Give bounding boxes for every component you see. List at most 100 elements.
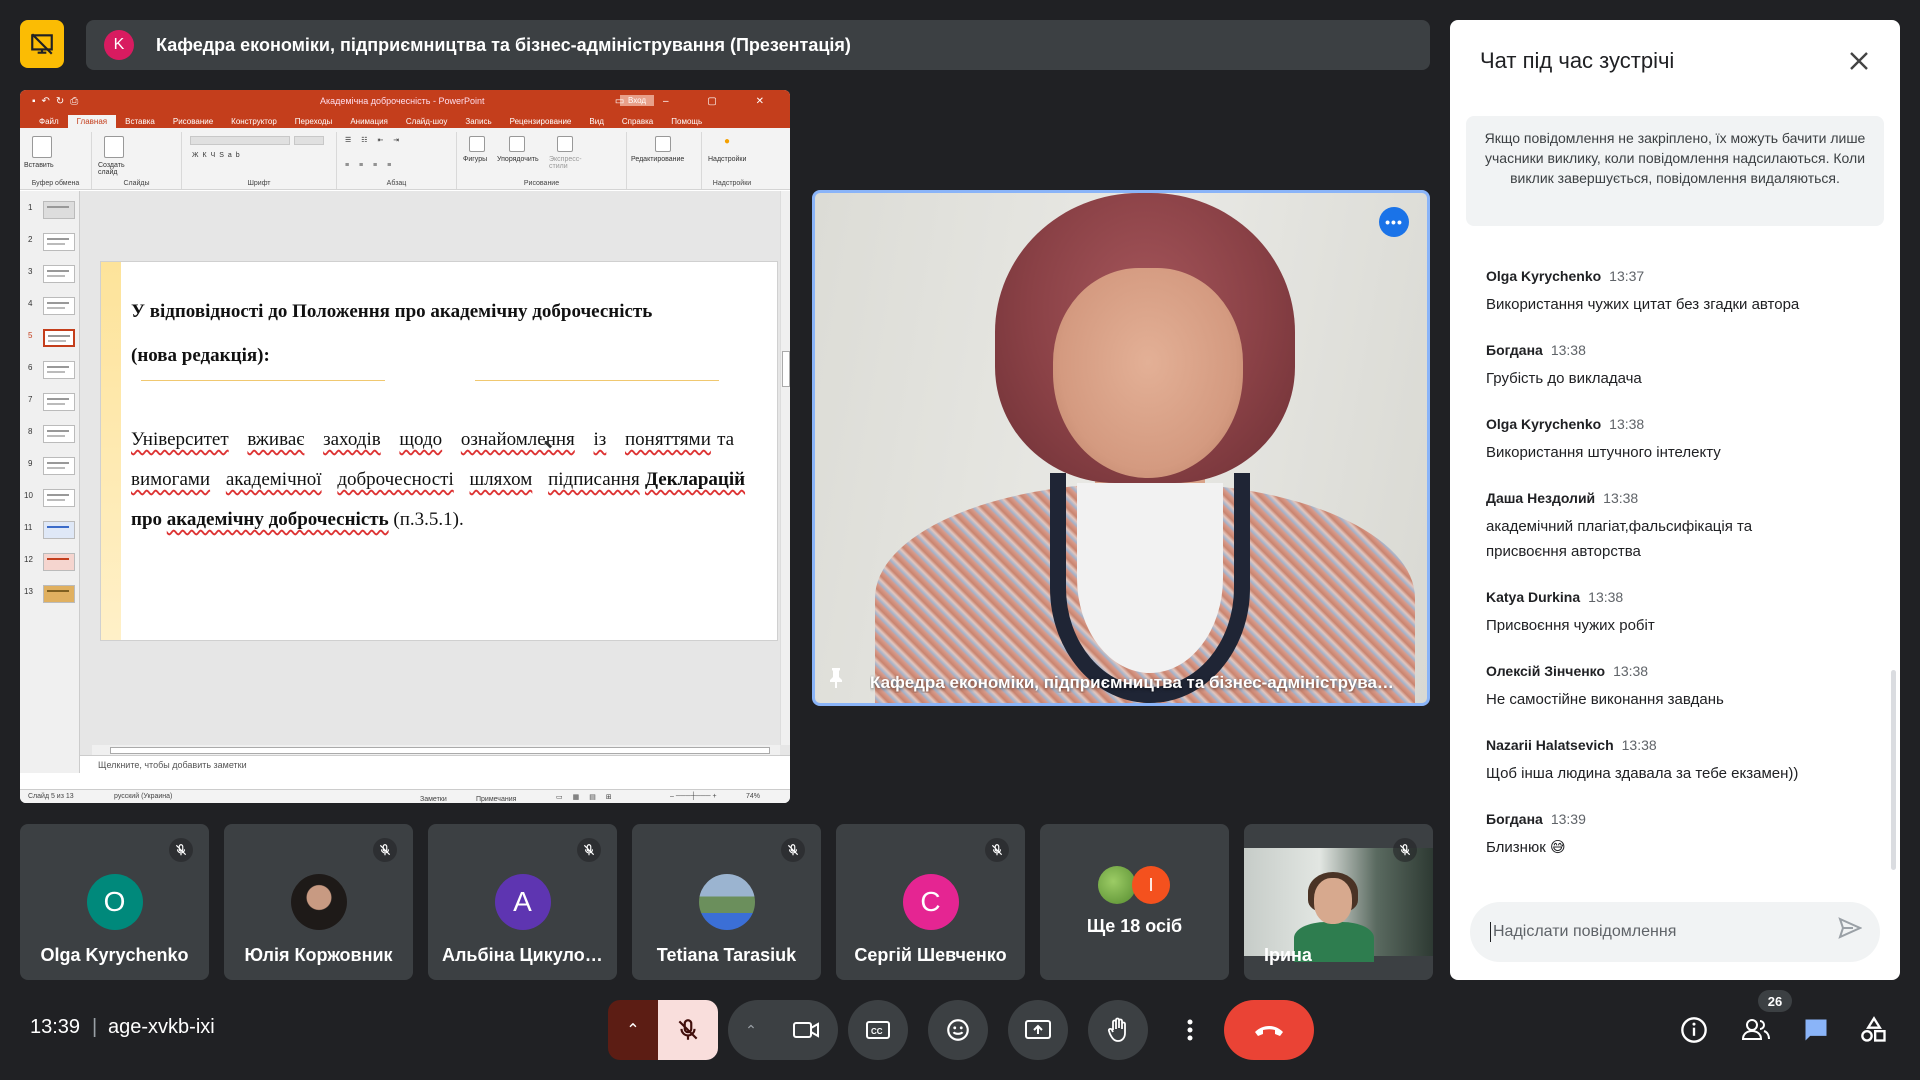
- camera-toggle-button[interactable]: [774, 1000, 838, 1060]
- hand-icon: [1107, 1017, 1126, 1042]
- slide-thumb: [43, 297, 75, 315]
- message-author: Nazarii Halatsevich: [1486, 737, 1614, 753]
- slide-word: про: [131, 509, 163, 530]
- powerpoint-titlebar: ▪↶↻⎙ Академічна доброчесність - PowerPoi…: [20, 90, 790, 112]
- camera-icon: [793, 1022, 819, 1038]
- group-label: Абзац: [386, 180, 407, 187]
- slide-word: (п.3.5.1).: [393, 509, 464, 530]
- slide-number: 1: [28, 203, 33, 212]
- activities-button[interactable]: [1856, 1012, 1892, 1048]
- participant-photo: [698, 874, 755, 930]
- camera-options-chevron-icon[interactable]: ⌃: [728, 1000, 774, 1060]
- video-collar: [1050, 473, 1250, 703]
- slide-word: ознайомлення: [460, 429, 575, 450]
- slide-thumb: [43, 201, 75, 219]
- powerpoint-ribbon-tabs: Файл Главная Вставка Рисование Конструкт…: [20, 112, 790, 128]
- status-comments-label: Примечания: [476, 796, 517, 803]
- message-text: Грубість до викладача: [1486, 370, 1642, 387]
- slide-number: 5: [28, 331, 33, 340]
- participant-name: Ірина: [1264, 945, 1312, 965]
- participant-tile[interactable]: A Альбіна Цикулова: [428, 824, 617, 980]
- more-options-button[interactable]: [1168, 1000, 1212, 1060]
- people-button[interactable]: [1738, 1012, 1774, 1048]
- status-language: русский (Украина): [114, 793, 173, 800]
- participant-tile[interactable]: O Olga Kyrychenko: [20, 824, 209, 980]
- slide-word: Декларацій: [644, 469, 746, 490]
- message-author: Богдана: [1486, 811, 1543, 827]
- slide-number: 3: [28, 267, 33, 276]
- ribbon-group-clipboard: Вставить Буфер обмена: [20, 132, 92, 189]
- slide-vertical-scrollbar: [780, 191, 790, 745]
- mic-toggle-button[interactable]: [658, 1000, 718, 1060]
- chat-panel: Чат під час зустрічі Якщо повідомлення н…: [1450, 20, 1900, 980]
- message-time: 13:38: [1621, 737, 1657, 753]
- ribbon-tab: Переходы: [294, 117, 333, 126]
- ribbon-tab: Конструктор: [231, 117, 277, 126]
- presenting-icon[interactable]: [20, 20, 64, 68]
- participant-video-tile[interactable]: Ірина: [1244, 824, 1433, 980]
- participant-mini-avatar: I: [1132, 866, 1170, 904]
- more-participants-tile[interactable]: I Ще 18 осіб: [1040, 824, 1229, 980]
- ribbon-tab-active: Главная: [67, 115, 117, 128]
- slide-word: академічної: [225, 469, 322, 490]
- slide-number: 7: [28, 395, 33, 404]
- mic-options-chevron-icon[interactable]: ⌃: [608, 1000, 658, 1060]
- chat-message: Олексій Зінченко 13:38 Не самостійне вико…: [1486, 663, 1876, 737]
- slide-heading: У відповідності до Положення про академі…: [131, 290, 652, 378]
- speaker-video-tile[interactable]: ••• Кафедра економіки, підприємництва та…: [812, 190, 1430, 706]
- ribbon-tab: Слайд-шоу: [405, 117, 448, 126]
- leave-call-button[interactable]: [1224, 1000, 1314, 1060]
- message-text: Використання чужих цитат без згадки авто…: [1486, 296, 1800, 313]
- quick-styles-label: Экспресс-стили: [549, 156, 582, 170]
- quick-styles-icon: [557, 136, 573, 152]
- view-buttons-icon: ▭▦▤⊞: [556, 794, 622, 801]
- chat-title: Чат під час зустрічі: [1480, 48, 1675, 73]
- slide-word: та: [717, 429, 735, 450]
- tile-more-options-button[interactable]: •••: [1379, 207, 1409, 237]
- pin-icon[interactable]: [827, 666, 845, 693]
- participant-name: Сергій Шевченко: [854, 945, 1007, 965]
- captions-button[interactable]: CC: [848, 1000, 908, 1060]
- chat-message-input[interactable]: Надіслати повідомлення: [1470, 902, 1880, 962]
- participant-tile[interactable]: C Сергій Шевченко: [836, 824, 1025, 980]
- present-now-button[interactable]: [1008, 1000, 1068, 1060]
- slide-word: вживає: [247, 429, 305, 450]
- message-author: Олексій Зінченко: [1486, 663, 1606, 679]
- message-time: 13:38: [1609, 416, 1645, 432]
- message-author: Богдана: [1486, 342, 1543, 358]
- close-icon: [1850, 52, 1868, 70]
- slide-word: шляхом: [469, 469, 533, 490]
- reactions-button[interactable]: [928, 1000, 988, 1060]
- ribbon-tab: Вид: [589, 117, 604, 126]
- close-chat-button[interactable]: [1844, 46, 1874, 76]
- mic-off-icon: [577, 838, 601, 862]
- participant-count-badge: 26: [1758, 990, 1792, 1012]
- paste-icon: [32, 136, 52, 158]
- slide-thumb: [43, 361, 75, 379]
- participant-tile[interactable]: Юлія Коржовник: [224, 824, 413, 980]
- ribbon-group-paragraph: ☰ ☷ ⇤ ⇥ ≡ ≡ ≡ ≡ Абзац: [337, 132, 457, 189]
- ribbon-tab: Запись: [465, 117, 492, 126]
- slide-number: 8: [28, 427, 33, 436]
- meeting-code: age-xvkb-ixi: [108, 1016, 215, 1038]
- meeting-clock: 13:39: [30, 1016, 81, 1038]
- message-time: 13:39: [1550, 811, 1586, 827]
- status-notes-label: Заметки: [420, 796, 447, 803]
- slide-thumb: [43, 521, 75, 539]
- send-message-button[interactable]: [1838, 917, 1863, 944]
- window-controls-icon: ▭ – ▢ ✕: [614, 95, 782, 107]
- group-label: Надстройки: [712, 180, 752, 187]
- addins-label: Надстройки: [708, 156, 747, 163]
- chat-scrollbar[interactable]: [1891, 670, 1896, 870]
- ribbon-tab: Файл: [39, 117, 59, 126]
- chat-button[interactable]: [1798, 1012, 1834, 1048]
- slide-word: поняттями: [625, 429, 711, 450]
- mic-off-icon: [678, 1019, 698, 1040]
- font-name-field: [190, 136, 290, 145]
- meeting-details-button[interactable]: [1676, 1012, 1712, 1048]
- raise-hand-button[interactable]: [1088, 1000, 1148, 1060]
- slide-number: 11: [24, 523, 33, 532]
- participant-tile[interactable]: Tetiana Tarasiuk: [632, 824, 821, 980]
- mouse-cursor-icon: ⬉: [543, 437, 554, 451]
- powerpoint-status-bar: Слайд 5 из 13 русский (Украина) Заметки …: [20, 789, 790, 803]
